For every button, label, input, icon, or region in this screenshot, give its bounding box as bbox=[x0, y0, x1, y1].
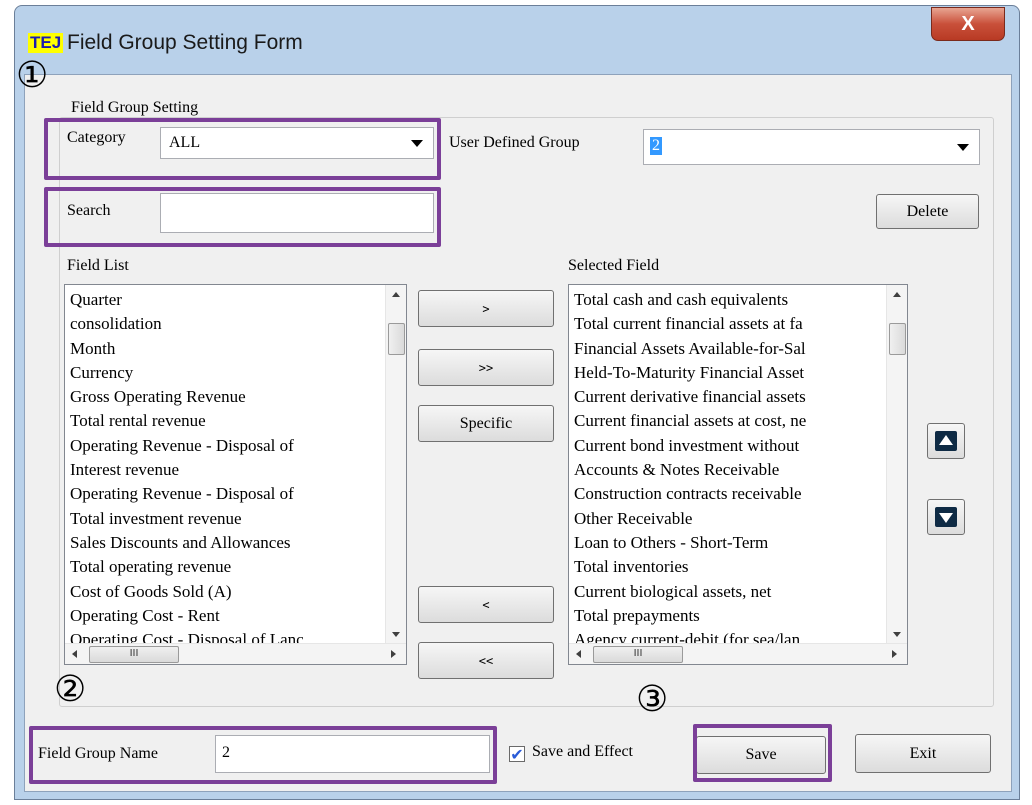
user-defined-group-select[interactable]: 2 bbox=[643, 129, 980, 165]
field-group-setting-label: Field Group Setting bbox=[68, 99, 202, 117]
scroll-thumb[interactable]: III bbox=[593, 646, 683, 663]
selected-field-vertical-scrollbar[interactable] bbox=[886, 285, 907, 644]
annotation-marker-3: ③ bbox=[636, 679, 669, 720]
delete-button-label: Delete bbox=[906, 202, 949, 220]
list-item[interactable]: Operating Cost - Rent bbox=[70, 604, 384, 628]
list-item[interactable]: Operating Revenue - Disposal of bbox=[70, 434, 384, 458]
list-item[interactable]: Other Receivable bbox=[574, 507, 885, 531]
save-and-effect-label: Save and Effect bbox=[532, 743, 633, 760]
list-item[interactable]: Held-To-Maturity Financial Asset bbox=[574, 361, 885, 385]
add-all-fields-button[interactable]: >> bbox=[418, 349, 554, 386]
list-item[interactable]: consolidation bbox=[70, 312, 384, 336]
scroll-down-icon[interactable] bbox=[392, 632, 400, 637]
list-item[interactable]: Month bbox=[70, 337, 384, 361]
list-item[interactable]: Total current financial assets at fa bbox=[574, 312, 885, 336]
list-item[interactable]: Loan to Others - Short-Term bbox=[574, 531, 885, 555]
list-item[interactable]: Currency bbox=[70, 361, 384, 385]
field-list[interactable]: Quarter consolidation Month Currency Gro… bbox=[64, 284, 407, 665]
close-button[interactable]: X bbox=[931, 7, 1005, 41]
scroll-right-icon[interactable] bbox=[892, 650, 897, 658]
app-logo: TEJ bbox=[28, 33, 64, 53]
field-group-name-highlight-box bbox=[29, 726, 497, 784]
selected-field-items: Total cash and cash equivalents Total cu… bbox=[574, 288, 885, 652]
remove-field-button-label: < bbox=[482, 597, 490, 612]
list-item[interactable]: Total rental revenue bbox=[70, 409, 384, 433]
list-item[interactable]: Interest revenue bbox=[70, 458, 384, 482]
field-list-vertical-scrollbar[interactable] bbox=[385, 285, 406, 644]
form-client-area: Field Group Setting Category ALL User De… bbox=[24, 74, 1012, 792]
exit-button-label: Exit bbox=[909, 744, 937, 762]
add-field-button[interactable]: > bbox=[418, 290, 554, 327]
checkmark-icon: ✔ bbox=[510, 744, 524, 764]
annotation-marker-2: ② bbox=[54, 669, 87, 710]
specific-button[interactable]: Specific bbox=[418, 405, 554, 442]
save-highlight-box bbox=[693, 724, 832, 782]
exit-button[interactable]: Exit bbox=[855, 734, 991, 773]
selected-field-horizontal-scrollbar[interactable]: III bbox=[569, 643, 907, 664]
scroll-thumb[interactable] bbox=[388, 323, 405, 355]
specific-button-label: Specific bbox=[459, 414, 513, 432]
user-defined-group-label: User Defined Group bbox=[449, 134, 580, 151]
list-item[interactable]: Total prepayments bbox=[574, 604, 885, 628]
scroll-thumb[interactable]: III bbox=[89, 646, 179, 663]
scroll-right-icon[interactable] bbox=[391, 650, 396, 658]
list-item[interactable]: Current biological assets, net bbox=[574, 580, 885, 604]
move-up-button[interactable] bbox=[927, 423, 965, 459]
list-item[interactable]: Current derivative financial assets bbox=[574, 385, 885, 409]
list-item[interactable]: Sales Discounts and Allowances bbox=[70, 531, 384, 555]
field-list-horizontal-scrollbar[interactable]: III bbox=[65, 643, 406, 664]
scroll-thumb[interactable] bbox=[889, 323, 906, 355]
scroll-left-icon[interactable] bbox=[72, 650, 77, 658]
list-item[interactable]: Financial Assets Available-for-Sal bbox=[574, 337, 885, 361]
add-all-fields-button-label: >> bbox=[478, 360, 494, 375]
list-item[interactable]: Operating Revenue - Disposal of bbox=[70, 482, 384, 506]
list-item[interactable]: Quarter bbox=[70, 288, 384, 312]
list-item[interactable]: Total inventories bbox=[574, 555, 885, 579]
remove-field-button[interactable]: < bbox=[418, 586, 554, 623]
close-icon: X bbox=[961, 12, 975, 35]
list-item[interactable]: Current financial assets at cost, ne bbox=[574, 409, 885, 433]
remove-all-fields-button-label: << bbox=[478, 653, 494, 668]
window-title: Field Group Setting Form bbox=[67, 31, 303, 54]
scroll-down-icon[interactable] bbox=[893, 632, 901, 637]
remove-all-fields-button[interactable]: << bbox=[418, 642, 554, 679]
list-item[interactable]: Construction contracts receivable bbox=[574, 482, 885, 506]
list-item[interactable]: Total investment revenue bbox=[70, 507, 384, 531]
scroll-left-icon[interactable] bbox=[576, 650, 581, 658]
arrow-down-icon bbox=[935, 507, 957, 527]
list-item[interactable]: Gross Operating Revenue bbox=[70, 385, 384, 409]
list-item[interactable]: Total operating revenue bbox=[70, 555, 384, 579]
delete-button[interactable]: Delete bbox=[876, 194, 979, 229]
scroll-up-icon[interactable] bbox=[893, 292, 901, 297]
list-item[interactable]: Cost of Goods Sold (A) bbox=[70, 580, 384, 604]
move-down-button[interactable] bbox=[927, 499, 965, 535]
list-item[interactable]: Accounts & Notes Receivable bbox=[574, 458, 885, 482]
field-list-label: Field List bbox=[67, 257, 129, 274]
title-bar[interactable]: TEJ Field Group Setting Form X bbox=[15, 6, 1019, 74]
list-item[interactable]: Total cash and cash equivalents bbox=[574, 288, 885, 312]
selected-field-label: Selected Field bbox=[568, 257, 660, 274]
scroll-up-icon[interactable] bbox=[392, 292, 400, 297]
add-field-button-label: > bbox=[482, 301, 490, 316]
search-highlight-box bbox=[44, 187, 441, 247]
arrow-up-icon bbox=[935, 431, 957, 451]
user-defined-group-value: 2 bbox=[650, 137, 662, 155]
save-and-effect-checkbox[interactable]: ✔ bbox=[509, 744, 525, 764]
annotation-marker-1: ① bbox=[16, 55, 49, 96]
category-highlight-box bbox=[44, 118, 441, 180]
field-list-items: Quarter consolidation Month Currency Gro… bbox=[70, 288, 384, 652]
list-item[interactable]: Current bond investment without bbox=[574, 434, 885, 458]
selected-field-list[interactable]: Total cash and cash equivalents Total cu… bbox=[568, 284, 908, 665]
chevron-down-icon bbox=[957, 144, 969, 151]
